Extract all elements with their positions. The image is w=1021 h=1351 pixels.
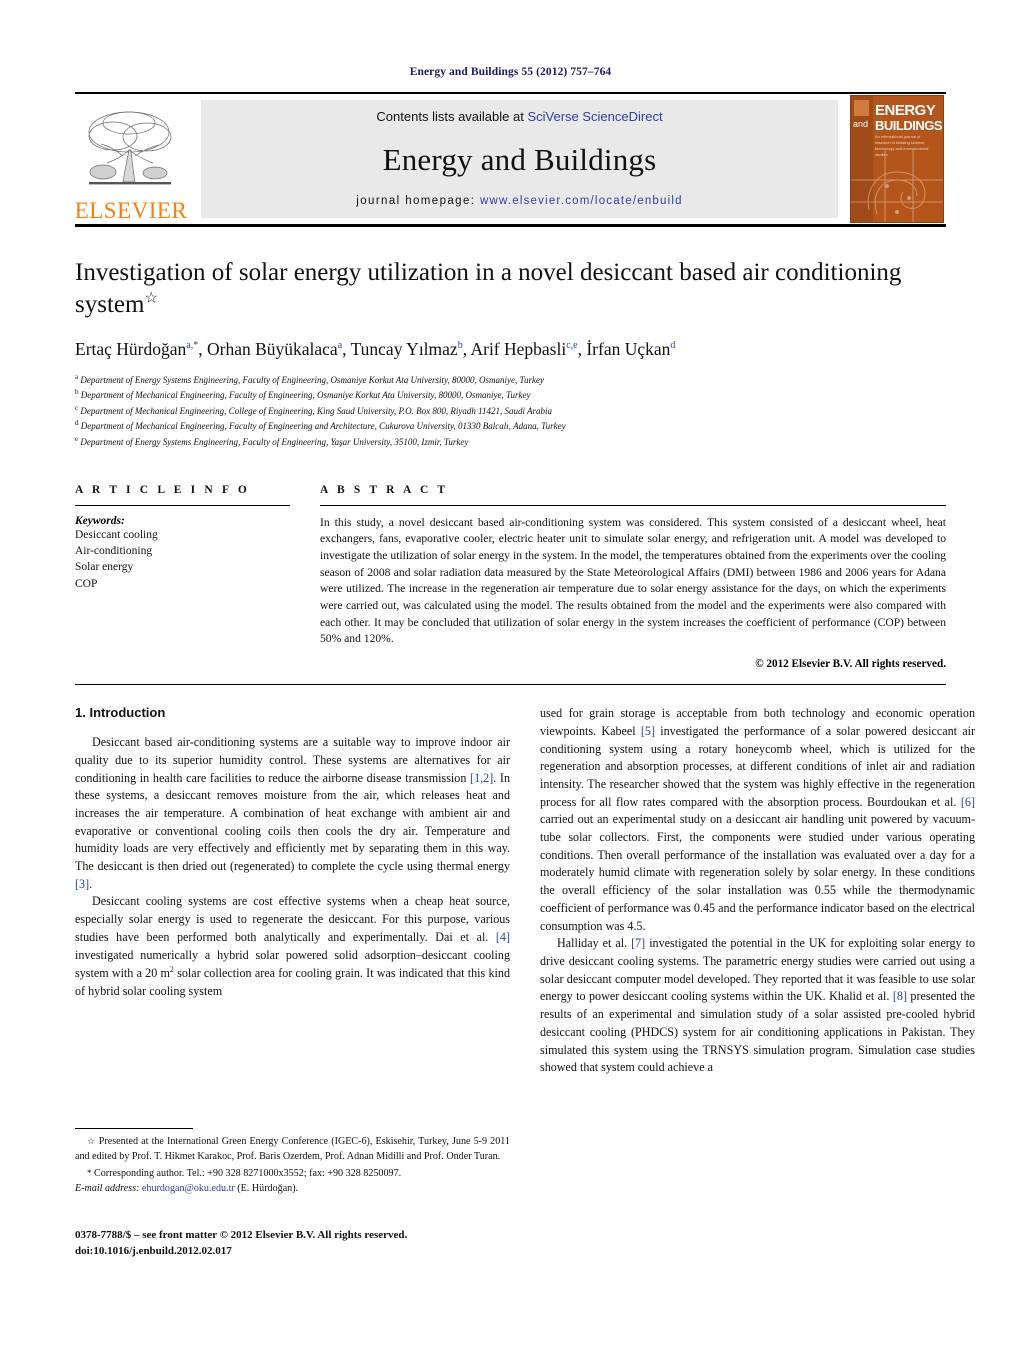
affiliation-list: a Department of Energy Systems Engineeri… [75,372,946,450]
contents-available-line: Contents lists available at SciVerse Sci… [376,109,662,124]
abstract-copyright: © 2012 Elsevier B.V. All rights reserved… [755,658,946,671]
masthead-bottom-rule [75,224,946,227]
footnote-corresponding-author: * Corresponding author. Tel.: +90 328 82… [75,1167,510,1196]
cover-title-line2: BUILDINGS [875,118,943,133]
footnote-conference-text: Presented at the International Green Ene… [75,1136,510,1162]
footnote-rule [75,1128,193,1129]
page-title: Investigation of solar energy utilizatio… [75,257,946,321]
paper-page: Energy and Buildings 55 (2012) 757–764 E… [0,0,1021,1351]
cover-diagram-graphic [851,150,943,222]
contents-prefix: Contents lists available at [376,109,528,124]
elsevier-logo: ELSEVIER [75,94,187,224]
body-column-right: used for grain storage is acceptable fro… [540,705,975,1077]
affiliation-item: a Department of Energy Systems Engineeri… [75,372,946,388]
affiliation-item: b Department of Mechanical Engineering, … [75,387,946,403]
footnote-conference: ☆ Presented at the International Green E… [75,1135,510,1164]
cover-and-word: and [853,119,869,129]
section-heading-introduction: 1. Introduction [75,705,166,721]
email-label: E-mail address: [75,1182,140,1194]
body-paragraph: Halliday et al. [7] investigated the pot… [540,936,975,1075]
footnote-corresponding-text: Corresponding author. Tel.: +90 328 8271… [94,1168,402,1180]
affiliation-text: Department of Mechanical Engineering, Fa… [80,421,566,432]
footnote-asterisk-marker: * [87,1168,92,1179]
body-columns: 1. Introduction Desiccant based air-cond… [75,705,975,1077]
cover-title-line1: ENERGY [875,102,936,119]
abstract-rule [320,504,946,506]
running-head: Energy and Buildings 55 (2012) 757–764 [409,66,612,78]
journal-cover-thumbnail: and ENERGY BUILDINGS An international jo… [848,94,946,224]
affiliation-text: Department of Energy Systems Engineering… [80,437,469,448]
affiliation-marker: e [75,435,79,444]
body-column-left: 1. Introduction Desiccant based air-cond… [75,705,510,1077]
issn-line: 0378-7788/$ – see front matter © 2012 El… [75,1229,408,1241]
cover-elsevier-mark [854,100,869,116]
keyword-item: Air-conditioning [75,544,153,557]
masthead-center: Contents lists available at SciVerse Sci… [201,100,838,218]
info-abstract-row: A R T I C L E I N F O Keywords: Desiccan… [75,483,946,671]
title-footnote-marker: ☆ [144,290,158,307]
abstract-heading: A B S T R A C T [320,483,449,496]
keyword-item: Solar energy [75,561,134,574]
body-paragraph: Desiccant based air-conditioning systems… [75,735,510,891]
affiliation-marker: c [75,403,79,412]
abstract-column: A B S T R A C T In this study, a novel d… [320,483,946,671]
cover-art: and ENERGY BUILDINGS An international jo… [850,95,944,223]
title-text: Investigation of solar energy utilizatio… [75,259,902,318]
article-info-heading: A R T I C L E I N F O [75,483,250,496]
homepage-label: journal homepage: [356,195,476,207]
elsevier-tree-icon [88,111,172,185]
keyword-item: Desiccant cooling [75,528,158,541]
email-owner: (E. Hürdoğan). [237,1182,299,1194]
email-link[interactable]: ehurdogan@oku.edu.tr [142,1183,235,1194]
author-list: Ertaç Hürdoğana,*, Orhan Büyükalacaa, Tu… [75,339,676,359]
affiliation-item: d Department of Mechanical Engineering, … [75,418,946,434]
article-info-column: A R T I C L E I N F O Keywords: Desiccan… [75,484,320,671]
affiliation-text: Department of Mechanical Engineering, Co… [80,405,553,416]
abstract-text: In this study, a novel desiccant based a… [320,515,946,646]
body-paragraph: Desiccant cooling systems are cost effec… [75,894,510,999]
journal-homepage-line: journal homepage: www.elsevier.com/locat… [356,195,682,207]
keywords-label: Keywords: [75,514,125,527]
affiliation-marker: d [75,419,79,428]
affiliation-item: c Department of Mechanical Engineering, … [75,403,946,419]
affiliation-text: Department of Mechanical Engineering, Fa… [80,390,531,401]
doi-line[interactable]: doi:10.1016/j.enbuild.2012.02.017 [75,1244,525,1260]
journal-masthead: ELSEVIER Contents lists available at Sci… [75,92,946,224]
article-info-rule [75,504,290,506]
affiliation-text: Department of Energy Systems Engineering… [80,374,545,385]
elsevier-wordmark: ELSEVIER [74,198,188,223]
sciencedirect-link[interactable]: SciVerse ScienceDirect [527,109,662,124]
footnote-block: ☆ Presented at the International Green E… [75,1128,510,1197]
footnote-star-marker: ☆ [87,1136,96,1146]
affiliation-item: e Department of Energy Systems Engineeri… [75,434,946,450]
journal-title: Energy and Buildings [382,141,657,177]
keyword-item: COP [75,577,98,590]
imprint-block: 0378-7788/$ – see front matter © 2012 El… [75,1228,525,1260]
abstract-bottom-rule [75,684,946,686]
affiliation-marker: a [75,372,79,381]
affiliation-marker: b [75,388,79,397]
homepage-url[interactable]: www.elsevier.com/locate/enbuild [480,195,683,207]
body-paragraph: used for grain storage is acceptable fro… [540,706,976,933]
title-block: Investigation of solar energy utilizatio… [75,257,946,450]
